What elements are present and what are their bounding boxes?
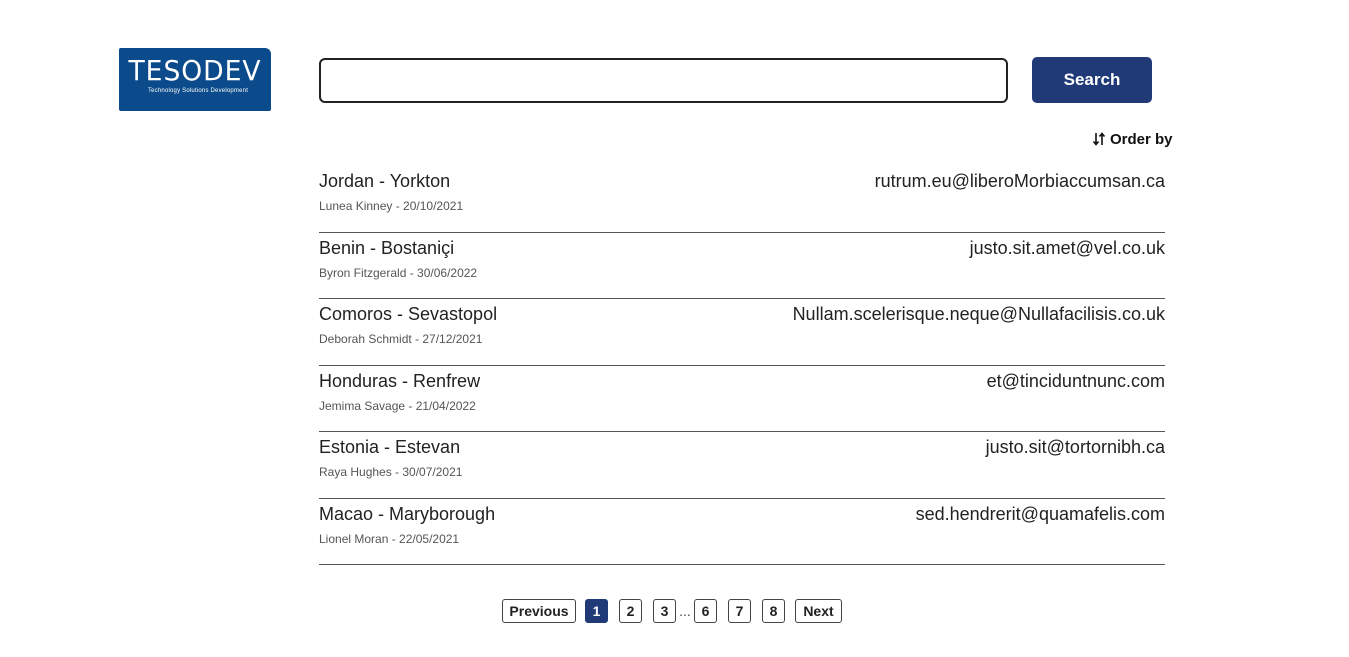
logo-wordmark: TESODEV bbox=[128, 54, 262, 87]
previous-page-button[interactable]: Previous bbox=[502, 599, 576, 623]
page-button-2[interactable]: 2 bbox=[619, 599, 642, 623]
pagination-ellipsis: ... bbox=[679, 603, 691, 619]
result-email: Nullam.scelerisque.neque@Nullafacilisis.… bbox=[792, 304, 1165, 324]
pagination: Previous 1 2 3 ... 6 7 8 Next bbox=[502, 599, 842, 623]
tesodev-logo[interactable]: TESODEV Technology Solutions Development bbox=[119, 48, 271, 111]
result-email: rutrum.eu@liberoMorbiaccumsan.ca bbox=[874, 171, 1165, 191]
order-by-label: Order by bbox=[1110, 130, 1173, 148]
results-list: Jordan - Yorkton rutrum.eu@liberoMorbiac… bbox=[319, 166, 1165, 565]
result-meta: Lunea Kinney - 20/10/2021 bbox=[319, 199, 464, 213]
page-button-3[interactable]: 3 bbox=[653, 599, 676, 623]
result-meta: Deborah Schmidt - 27/12/2021 bbox=[319, 332, 483, 346]
page-button-7[interactable]: 7 bbox=[728, 599, 751, 623]
result-row[interactable]: Estonia - Estevan justo.sit@tortornibh.c… bbox=[319, 432, 1165, 499]
result-meta: Byron Fitzgerald - 30/06/2022 bbox=[319, 265, 478, 280]
result-title: Benin - Bostaniçi bbox=[319, 237, 455, 258]
search-button[interactable]: Search bbox=[1032, 57, 1152, 103]
page-button-8[interactable]: 8 bbox=[762, 599, 785, 623]
result-email: justo.sit@tortornibh.ca bbox=[985, 437, 1165, 457]
next-page-button[interactable]: Next bbox=[795, 599, 842, 623]
order-by-button[interactable]: Order by bbox=[1092, 129, 1173, 149]
result-email: sed.hendrerit@quamafelis.com bbox=[915, 503, 1165, 524]
page: TESODEV Technology Solutions Development… bbox=[0, 0, 1349, 657]
sort-arrows-icon bbox=[1092, 132, 1106, 146]
result-row[interactable]: Honduras - Renfrew et@tinciduntnunc.com … bbox=[319, 366, 1165, 432]
logo-tagline: Technology Solutions Development bbox=[147, 88, 249, 94]
result-title: Comoros - Sevastopol bbox=[319, 304, 498, 324]
result-title: Honduras - Renfrew bbox=[319, 370, 481, 391]
result-title: Jordan - Yorkton bbox=[319, 171, 451, 191]
result-meta: Jemima Savage - 21/04/2022 bbox=[319, 398, 476, 413]
result-row[interactable]: Macao - Maryborough sed.hendrerit@quamaf… bbox=[319, 499, 1165, 565]
result-meta: Lionel Moran - 22/05/2021 bbox=[319, 531, 460, 546]
result-email: justo.sit.amet@vel.co.uk bbox=[969, 237, 1165, 258]
search-input[interactable] bbox=[319, 58, 1008, 103]
result-row[interactable]: Jordan - Yorkton rutrum.eu@liberoMorbiac… bbox=[319, 166, 1165, 233]
result-email: et@tinciduntnunc.com bbox=[986, 370, 1165, 391]
result-row[interactable]: Comoros - Sevastopol Nullam.scelerisque.… bbox=[319, 299, 1165, 366]
result-title: Macao - Maryborough bbox=[319, 503, 496, 524]
page-button-1[interactable]: 1 bbox=[585, 599, 608, 623]
result-title: Estonia - Estevan bbox=[319, 437, 461, 457]
page-button-6[interactable]: 6 bbox=[694, 599, 717, 623]
result-row[interactable]: Benin - Bostaniçi justo.sit.amet@vel.co.… bbox=[319, 233, 1165, 299]
result-meta: Raya Hughes - 30/07/2021 bbox=[319, 465, 463, 479]
